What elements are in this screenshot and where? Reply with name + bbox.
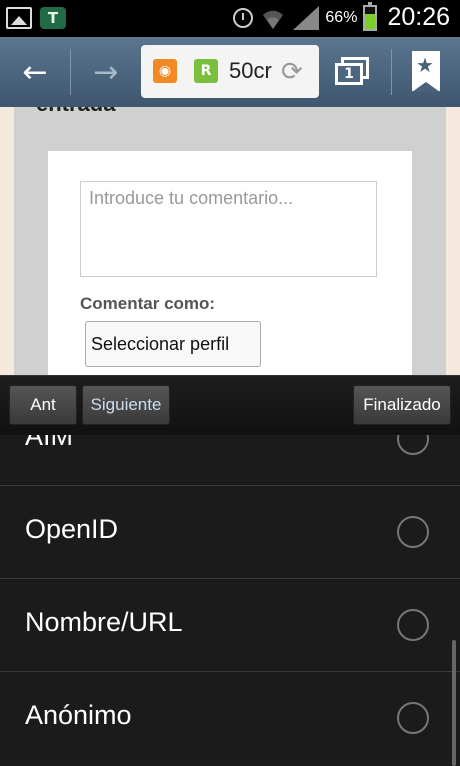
back-arrow-icon: ← (22, 54, 48, 90)
next-button[interactable]: Siguiente (82, 385, 170, 425)
option-label: OpenID (25, 514, 119, 544)
done-button[interactable]: Finalizado (353, 385, 451, 425)
form-nav-bar: Ant Siguiente Finalizado (0, 375, 460, 436)
tab-count: 1 (335, 63, 363, 85)
radio-button[interactable] (397, 516, 429, 548)
list-item[interactable]: AIM (0, 435, 460, 486)
alarm-icon (233, 7, 254, 28)
battery-percent: 66% (325, 8, 358, 26)
scrollbar[interactable] (452, 640, 456, 766)
option-label: AIM (25, 435, 74, 451)
option-label: Anónimo (25, 700, 132, 730)
signal-icon (293, 5, 320, 30)
url-bar[interactable]: ◉ R 50cr ⟳ (141, 45, 319, 98)
forward-button[interactable]: → (71, 37, 141, 107)
readability-icon[interactable]: R (194, 59, 218, 83)
reload-icon[interactable]: ⟳ (281, 57, 303, 87)
radio-button[interactable] (397, 609, 429, 641)
comment-textarea[interactable]: Introduce tu comentario... (80, 181, 377, 277)
url-text: 50cr (229, 58, 272, 83)
section-heading: entrada (36, 107, 115, 117)
rss-icon[interactable]: ◉ (153, 59, 177, 83)
forward-arrow-icon: → (93, 54, 119, 90)
tabs-icon[interactable]: 1 (335, 57, 371, 87)
radio-button[interactable] (397, 702, 429, 734)
wifi-icon (263, 10, 284, 29)
clock: 20:26 (387, 3, 450, 31)
bookmark-icon[interactable]: ★ (412, 51, 440, 92)
profile-option-list: AIM OpenID Nombre/URL Anónimo (0, 435, 460, 766)
option-label: Nombre/URL (25, 607, 183, 637)
radio-button[interactable] (397, 435, 429, 455)
list-item[interactable]: Anónimo (0, 672, 460, 765)
prev-button[interactable]: Ant (9, 385, 77, 425)
list-item[interactable]: OpenID (0, 486, 460, 579)
comment-as-label: Comentar como: (80, 294, 216, 313)
web-content: entrada Introduce tu comentario... Comen… (0, 107, 460, 375)
browser-toolbar: ← → ◉ R 50cr ⟳ 1 ★ (0, 37, 460, 107)
gallery-icon (6, 7, 32, 29)
back-button[interactable]: ← (0, 37, 70, 107)
battery-icon (363, 1, 378, 31)
comment-form: Introduce tu comentario... Comentar como… (48, 151, 412, 375)
list-item[interactable]: Nombre/URL (0, 579, 460, 672)
comments-panel: entrada Introduce tu comentario... Comen… (14, 107, 446, 375)
profile-select[interactable]: Seleccionar perfil (85, 321, 261, 367)
t-app-icon: T (40, 7, 66, 29)
status-bar: T 66% 20:26 (0, 0, 460, 37)
